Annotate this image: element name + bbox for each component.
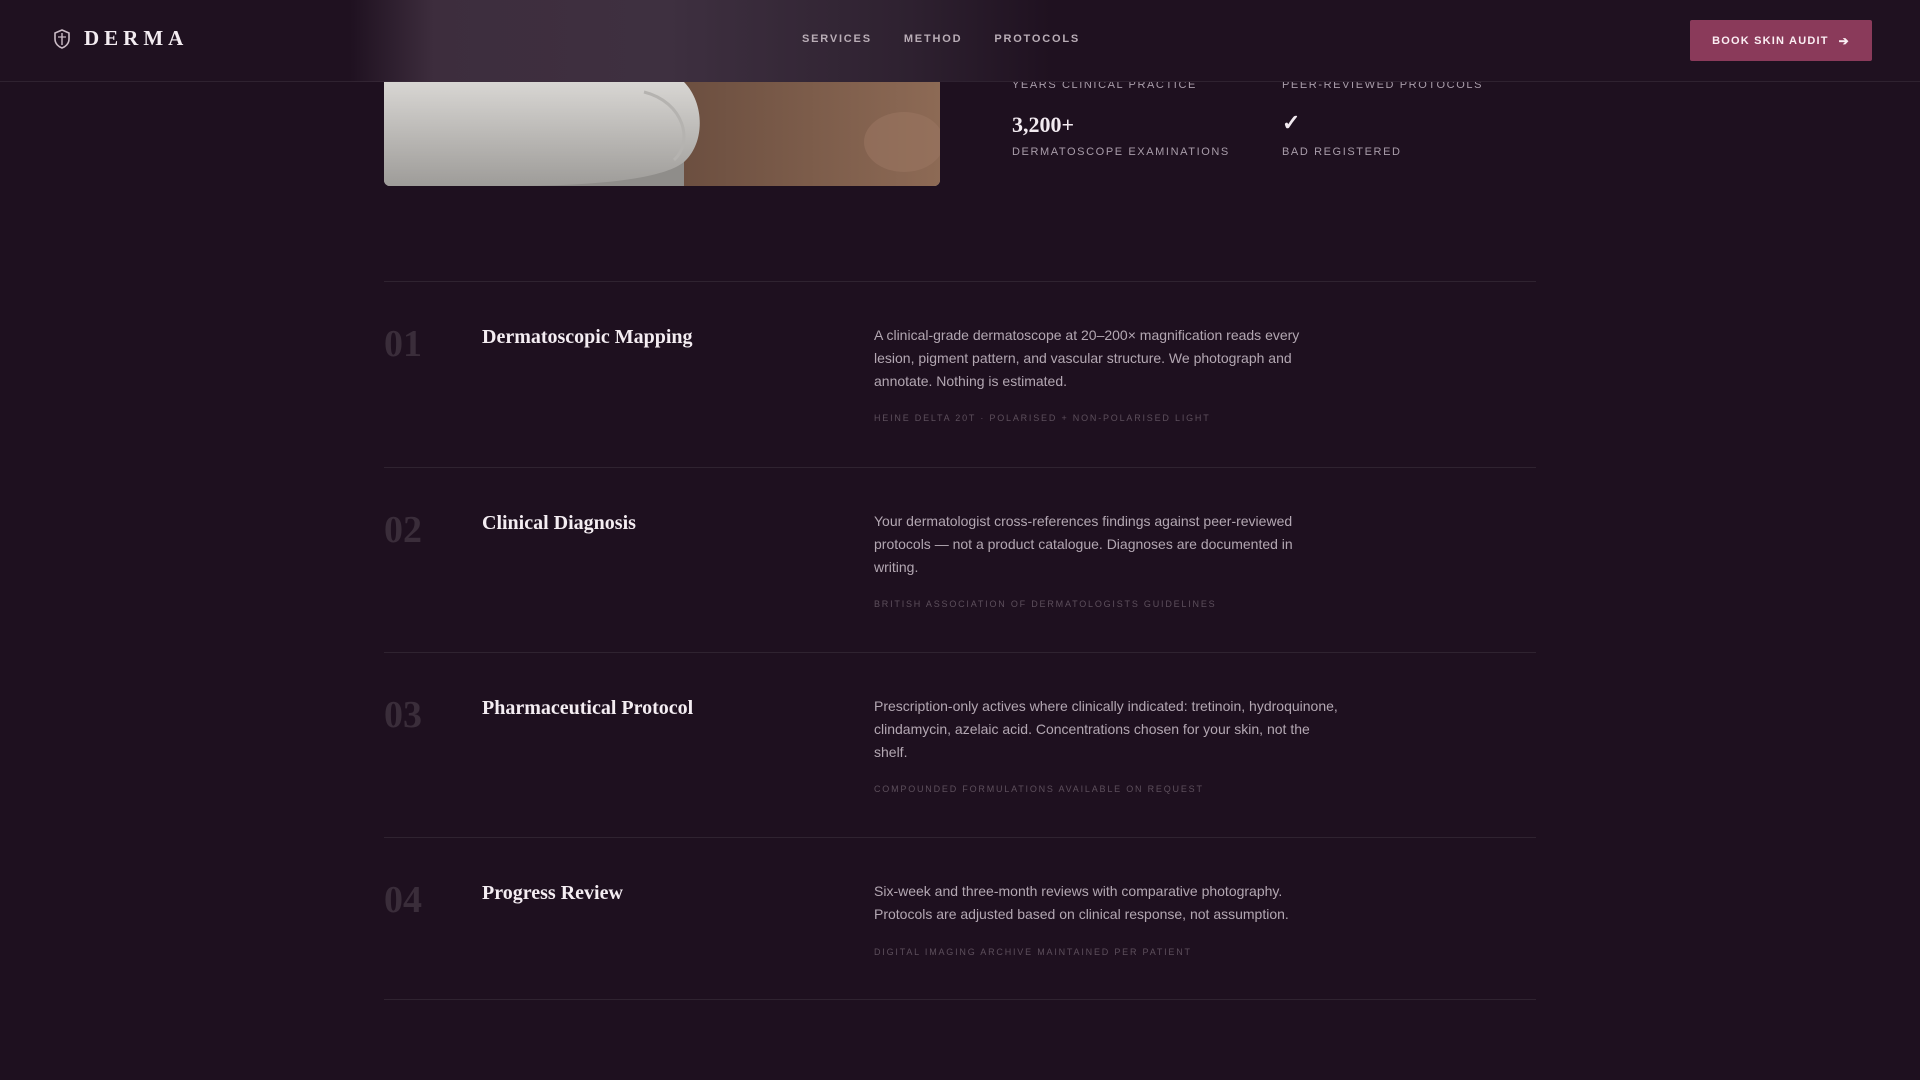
nav-services[interactable]: SERVICES xyxy=(802,33,872,45)
step-description: A clinical-grade dermatoscope at 20–200×… xyxy=(874,324,1299,393)
step-item: 03 Pharmaceutical Protocol Prescription-… xyxy=(384,652,1536,837)
step-item: 02 Clinical Diagnosis Your dermatologist… xyxy=(384,467,1536,652)
gloved-hand-image xyxy=(384,82,940,186)
step-description: Six-week and three-month reviews with co… xyxy=(874,880,1289,926)
step-note: BRITISH ASSOCIATION OF DERMATOLOGISTS GU… xyxy=(874,599,1217,609)
checkmark-icon: ✓ xyxy=(1282,110,1301,135)
method-steps: 01 Dermatoscopic Mapping A clinical-grad… xyxy=(384,281,1536,1000)
step-item: 01 Dermatoscopic Mapping A clinical-grad… xyxy=(384,281,1536,467)
stat-value-examinations: 3,200+ xyxy=(1012,112,1075,137)
hero-photo xyxy=(384,82,940,186)
step-description: Your dermatologist cross-references find… xyxy=(874,510,1293,579)
step-note: HEINE DELTA 20T · POLARISED + NON-POLARI… xyxy=(874,413,1211,423)
brand-name: DERMA xyxy=(84,26,189,50)
step-number: 04 xyxy=(384,879,422,921)
step-note: COMPOUNDED FORMULATIONS AVAILABLE ON REQ… xyxy=(874,784,1204,794)
desc-line: Prescription-only actives where clinical… xyxy=(874,698,1338,714)
desc-line: lesion, pigment pattern, and vascular st… xyxy=(874,350,1292,366)
step-number: 01 xyxy=(384,323,422,365)
stat-label-examinations: DERMATOSCOPE EXAMINATIONS xyxy=(1012,146,1230,158)
brand-logo[interactable]: DERMA xyxy=(54,26,188,51)
step-note: DIGITAL IMAGING ARCHIVE MAINTAINED PER P… xyxy=(874,947,1192,957)
nav-method[interactable]: METHOD xyxy=(904,33,962,45)
desc-line: clindamycin, azelaic acid. Concentration… xyxy=(874,721,1310,737)
shield-icon xyxy=(54,28,70,49)
main-nav: SERVICES METHOD PROTOCOLS xyxy=(802,33,1080,45)
nav-protocols[interactable]: PROTOCOLS xyxy=(994,33,1080,45)
cta-label: BOOK SKIN AUDIT xyxy=(1712,34,1829,47)
desc-line: Six-week and three-month reviews with co… xyxy=(874,883,1283,899)
desc-line: Protocols are adjusted based on clinical… xyxy=(874,906,1289,922)
step-description: Prescription-only actives where clinical… xyxy=(874,695,1338,764)
step-item: 04 Progress Review Six-week and three-mo… xyxy=(384,837,1536,1000)
step-title: Pharmaceutical Protocol xyxy=(482,697,694,719)
arrow-right-icon: ➔ xyxy=(1838,33,1850,48)
step-title: Clinical Diagnosis xyxy=(482,512,636,534)
desc-line: A clinical-grade dermatoscope at 20–200×… xyxy=(874,327,1300,343)
desc-line: protocols — not a product catalogue. Dia… xyxy=(874,536,1293,552)
desc-line: shelf. xyxy=(874,744,908,760)
desc-line: annotate. Nothing is estimated. xyxy=(874,373,1068,389)
desc-line: Your dermatologist cross-references find… xyxy=(874,513,1293,529)
step-number: 02 xyxy=(384,509,422,551)
step-title: Dermatoscopic Mapping xyxy=(482,326,693,348)
step-title: Progress Review xyxy=(482,882,623,904)
stat-label-registered: BAD REGISTERED xyxy=(1282,146,1402,158)
desc-line: writing. xyxy=(874,559,919,575)
book-skin-audit-button[interactable]: BOOK SKIN AUDIT ➔ xyxy=(1690,20,1872,61)
step-number: 03 xyxy=(384,694,422,736)
site-header: DERMA SERVICES METHOD PROTOCOLS BOOK SKI… xyxy=(0,0,1920,82)
